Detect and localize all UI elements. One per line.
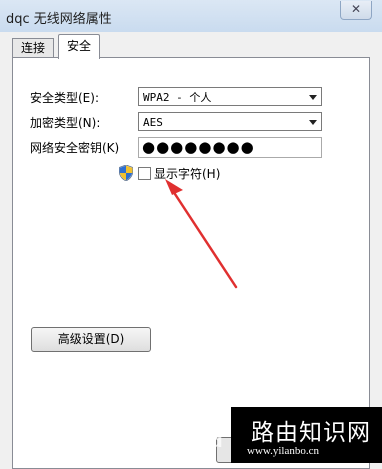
network-key-label: 网络安全密钥(K) bbox=[30, 141, 120, 155]
watermark-site-text: www.d bbox=[150, 432, 225, 452]
security-type-label: 安全类型(E): bbox=[30, 91, 99, 105]
watermark-url: www.yilanbo.cn bbox=[247, 445, 319, 457]
security-type-select[interactable]: WPA2 - 个人 bbox=[138, 87, 322, 106]
chevron-down-icon bbox=[309, 95, 317, 100]
window-title: dqc 无线网络属性 bbox=[6, 12, 112, 27]
chevron-down-icon bbox=[309, 120, 317, 125]
watermark-title: 路由知识网 bbox=[251, 420, 371, 446]
watermark-banner: 路由知识网 www.yilanbo.cn bbox=[231, 407, 382, 463]
encryption-type-select[interactable]: AES bbox=[138, 112, 322, 131]
advanced-settings-button[interactable]: 高级设置(D) bbox=[31, 327, 151, 352]
security-type-value: WPA2 - 个人 bbox=[143, 91, 212, 104]
tab-connection[interactable]: 连接 bbox=[12, 38, 55, 57]
tab-security[interactable]: 安全 bbox=[58, 34, 101, 59]
title-bar: dqc 无线网络属性 ✕ bbox=[0, 0, 382, 33]
network-key-input[interactable]: ●●●●●●●● bbox=[138, 137, 322, 158]
encryption-type-value: AES bbox=[143, 116, 163, 129]
uac-shield-icon bbox=[119, 165, 133, 181]
show-characters-label: 显示字符(H) bbox=[154, 167, 221, 181]
encryption-type-label: 加密类型(N): bbox=[30, 116, 101, 130]
close-button[interactable]: ✕ bbox=[340, 1, 372, 20]
show-characters-checkbox[interactable] bbox=[138, 167, 151, 180]
dialog-body: 连接 安全 安全类型(E): WPA2 - 个人 加密类型(N): AES 网络… bbox=[0, 32, 382, 469]
